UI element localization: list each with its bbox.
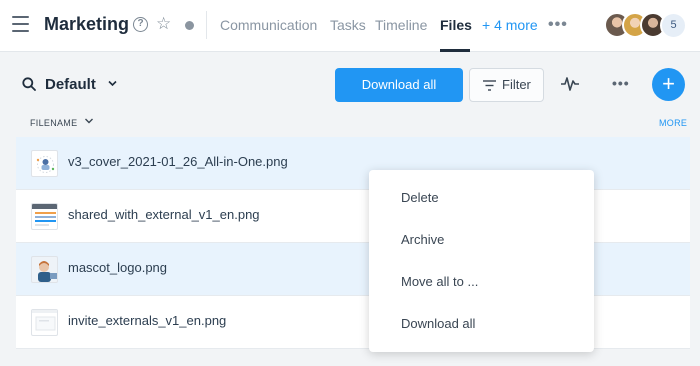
hamburger-menu-icon[interactable] bbox=[12, 16, 29, 32]
file-name[interactable]: mascot_logo.png bbox=[68, 260, 167, 275]
file-thumbnail bbox=[31, 256, 58, 283]
chevron-down-icon[interactable] bbox=[107, 78, 118, 92]
sort-chevron-icon[interactable] bbox=[84, 116, 94, 128]
more-columns-link[interactable]: MORE bbox=[659, 118, 687, 128]
activity-pulse-icon[interactable] bbox=[561, 76, 579, 92]
add-file-button[interactable]: + bbox=[652, 68, 685, 101]
filename-column-header[interactable]: FILENAME bbox=[30, 118, 77, 128]
filter-button[interactable]: Filter bbox=[469, 68, 544, 102]
file-name[interactable]: v3_cover_2021-01_26_All-in-One.png bbox=[68, 154, 288, 169]
tab-tasks[interactable]: Tasks bbox=[330, 17, 366, 33]
file-thumbnail bbox=[31, 309, 58, 336]
menu-item-download-all[interactable]: Download all bbox=[369, 303, 594, 345]
project-title: Marketing bbox=[44, 14, 130, 34]
more-tabs-link[interactable]: + 4 more bbox=[482, 17, 538, 33]
search-icon[interactable] bbox=[22, 77, 36, 91]
file-thumbnail bbox=[31, 203, 58, 230]
toolbar-more-icon[interactable]: ••• bbox=[612, 75, 630, 91]
download-all-button[interactable]: Download all bbox=[335, 68, 463, 102]
star-outline-icon[interactable]: ☆ bbox=[156, 14, 171, 34]
file-name[interactable]: invite_externals_v1_en.png bbox=[68, 313, 226, 328]
status-dot-icon[interactable] bbox=[185, 21, 194, 30]
file-name[interactable]: shared_with_external_v1_en.png bbox=[68, 207, 260, 222]
active-tab-indicator bbox=[440, 49, 470, 52]
header-more-icon[interactable]: ••• bbox=[548, 16, 568, 34]
menu-item-delete[interactable]: Delete bbox=[369, 177, 594, 219]
context-menu: Delete Archive Move all to ... Download … bbox=[369, 170, 594, 352]
filter-icon bbox=[483, 80, 496, 91]
view-selector[interactable]: Default bbox=[45, 76, 96, 93]
tab-communication[interactable]: Communication bbox=[220, 17, 317, 33]
menu-item-archive[interactable]: Archive bbox=[369, 219, 594, 261]
tab-timeline[interactable]: Timeline bbox=[375, 17, 427, 33]
question-circle-icon[interactable]: ? bbox=[133, 17, 148, 32]
file-thumbnail bbox=[31, 150, 58, 177]
filter-label: Filter bbox=[502, 77, 531, 92]
menu-item-move-all[interactable]: Move all to ... bbox=[369, 261, 594, 303]
header-divider bbox=[206, 11, 207, 39]
project-header: Marketing ? ☆ Communication Tasks Timeli… bbox=[0, 0, 700, 52]
member-count-badge[interactable]: 5 bbox=[660, 12, 687, 39]
tab-files[interactable]: Files bbox=[440, 17, 472, 33]
